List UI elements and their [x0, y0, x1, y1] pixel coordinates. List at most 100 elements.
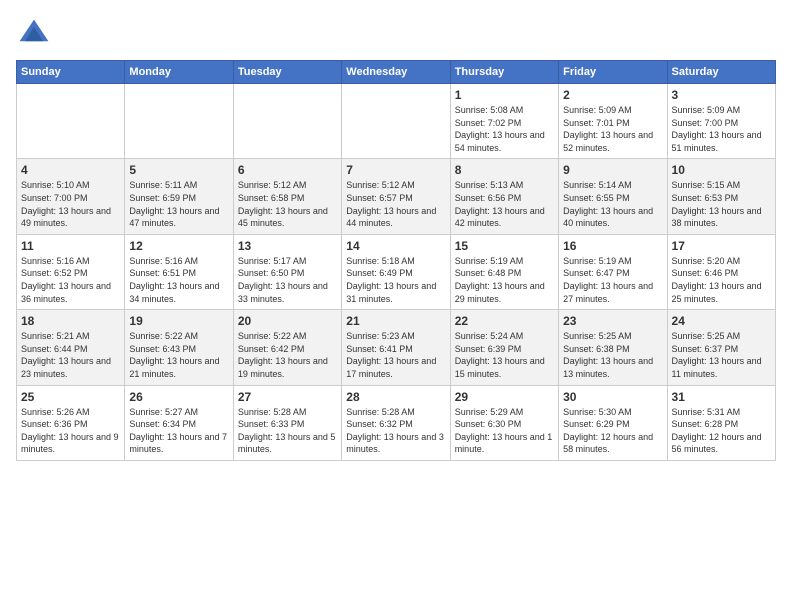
day-number: 12 [129, 239, 228, 253]
day-number: 21 [346, 314, 445, 328]
calendar-cell: 14 Sunrise: 5:18 AM Sunset: 6:49 PM Dayli… [342, 234, 450, 309]
day-info: Sunrise: 5:12 AM Sunset: 6:57 PM Dayligh… [346, 179, 445, 229]
day-info: Sunrise: 5:16 AM Sunset: 6:52 PM Dayligh… [21, 255, 120, 305]
day-info: Sunrise: 5:09 AM Sunset: 7:01 PM Dayligh… [563, 104, 662, 154]
day-number: 28 [346, 390, 445, 404]
day-number: 19 [129, 314, 228, 328]
day-info: Sunrise: 5:20 AM Sunset: 6:46 PM Dayligh… [672, 255, 771, 305]
day-number: 26 [129, 390, 228, 404]
day-number: 29 [455, 390, 554, 404]
calendar-cell: 22Sunrise: 5:24 AM Sunset: 6:39 PM Dayli… [450, 310, 558, 385]
calendar-cell: 8 Sunrise: 5:13 AM Sunset: 6:56 PM Daylig… [450, 159, 558, 234]
day-info: Sunrise: 5:29 AM Sunset: 6:30 PM Dayligh… [455, 406, 554, 456]
calendar-cell: 19 Sunrise: 5:22 AM Sunset: 6:43 PM Dayli… [125, 310, 233, 385]
day-info: Sunrise: 5:22 AM Sunset: 6:43 PM Dayligh… [129, 330, 228, 380]
calendar-cell: 11 Sunrise: 5:16 AM Sunset: 6:52 PM Dayli… [17, 234, 125, 309]
calendar-cell: 9 Sunrise: 5:14 AM Sunset: 6:55 PM Daylig… [559, 159, 667, 234]
day-info: Sunrise: 5:10 AM Sunset: 7:00 PM Dayligh… [21, 179, 120, 229]
day-info: Sunrise: 5:08 AM Sunset: 7:02 PM Dayligh… [455, 104, 554, 154]
day-header-thursday: Thursday [450, 61, 558, 84]
day-number: 5 [129, 163, 228, 177]
calendar-cell: 31 Sunrise: 5:31 AM Sunset: 6:28 PM Dayli… [667, 385, 775, 460]
calendar-cell: 21 Sunrise: 5:23 AM Sunset: 6:41 PM Dayli… [342, 310, 450, 385]
day-info: Sunrise: 5:09 AM Sunset: 7:00 PM Dayligh… [672, 104, 771, 154]
day-number: 2 [563, 88, 662, 102]
calendar-cell: 30 Sunrise: 5:30 AM Sunset: 6:29 PM Dayli… [559, 385, 667, 460]
day-number: 23 [563, 314, 662, 328]
day-info: Sunrise: 5:12 AM Sunset: 6:58 PM Dayligh… [238, 179, 337, 229]
calendar-cell: 5 Sunrise: 5:11 AM Sunset: 6:59 PM Daylig… [125, 159, 233, 234]
day-info: Sunrise: 5:19 AM Sunset: 6:48 PM Dayligh… [455, 255, 554, 305]
calendar-week-5: 25 Sunrise: 5:26 AM Sunset: 6:36 PM Dayli… [17, 385, 776, 460]
day-info: Sunrise: 5:13 AM Sunset: 6:56 PM Dayligh… [455, 179, 554, 229]
calendar-cell: 16 Sunrise: 5:19 AM Sunset: 6:47 PM Dayli… [559, 234, 667, 309]
calendar-cell: 15 Sunrise: 5:19 AM Sunset: 6:48 PM Dayli… [450, 234, 558, 309]
day-number: 4 [21, 163, 120, 177]
day-header-friday: Friday [559, 61, 667, 84]
calendar-cell: 27Sunrise: 5:28 AM Sunset: 6:33 PM Dayli… [233, 385, 341, 460]
calendar-week-3: 11 Sunrise: 5:16 AM Sunset: 6:52 PM Dayli… [17, 234, 776, 309]
day-number: 25 [21, 390, 120, 404]
day-header-tuesday: Tuesday [233, 61, 341, 84]
calendar-cell: 28 Sunrise: 5:28 AM Sunset: 6:32 PM Dayli… [342, 385, 450, 460]
calendar-cell [342, 84, 450, 159]
day-number: 10 [672, 163, 771, 177]
day-number: 16 [563, 239, 662, 253]
calendar-cell: 24Sunrise: 5:25 AM Sunset: 6:37 PM Dayli… [667, 310, 775, 385]
calendar-cell: 6 Sunrise: 5:12 AM Sunset: 6:58 PM Daylig… [233, 159, 341, 234]
day-info: Sunrise: 5:27 AM Sunset: 6:34 PM Dayligh… [129, 406, 228, 456]
day-number: 6 [238, 163, 337, 177]
day-info: Sunrise: 5:26 AM Sunset: 6:36 PM Dayligh… [21, 406, 120, 456]
calendar-week-2: 4 Sunrise: 5:10 AM Sunset: 7:00 PM Daylig… [17, 159, 776, 234]
calendar-cell: 25 Sunrise: 5:26 AM Sunset: 6:36 PM Dayli… [17, 385, 125, 460]
day-header-wednesday: Wednesday [342, 61, 450, 84]
day-number: 22 [455, 314, 554, 328]
day-info: Sunrise: 5:25 AM Sunset: 6:38 PM Dayligh… [563, 330, 662, 380]
day-number: 17 [672, 239, 771, 253]
day-info: Sunrise: 5:15 AM Sunset: 6:53 PM Dayligh… [672, 179, 771, 229]
calendar-cell [17, 84, 125, 159]
day-number: 24 [672, 314, 771, 328]
day-number: 15 [455, 239, 554, 253]
calendar-cell: 18Sunrise: 5:21 AM Sunset: 6:44 PM Dayli… [17, 310, 125, 385]
day-header-sunday: Sunday [17, 61, 125, 84]
calendar-cell: 13 Sunrise: 5:17 AM Sunset: 6:50 PM Dayli… [233, 234, 341, 309]
day-header-monday: Monday [125, 61, 233, 84]
calendar-cell: 17 Sunrise: 5:20 AM Sunset: 6:46 PM Dayli… [667, 234, 775, 309]
day-info: Sunrise: 5:23 AM Sunset: 6:41 PM Dayligh… [346, 330, 445, 380]
calendar-cell: 7Sunrise: 5:12 AM Sunset: 6:57 PM Daylig… [342, 159, 450, 234]
day-number: 30 [563, 390, 662, 404]
day-info: Sunrise: 5:19 AM Sunset: 6:47 PM Dayligh… [563, 255, 662, 305]
day-number: 8 [455, 163, 554, 177]
calendar-cell [233, 84, 341, 159]
day-number: 11 [21, 239, 120, 253]
calendar-cell: 12 Sunrise: 5:16 AM Sunset: 6:51 PM Dayli… [125, 234, 233, 309]
day-number: 20 [238, 314, 337, 328]
calendar-cell: 26 Sunrise: 5:27 AM Sunset: 6:34 PM Dayli… [125, 385, 233, 460]
calendar-cell: 10 Sunrise: 5:15 AM Sunset: 6:53 PM Dayli… [667, 159, 775, 234]
calendar-cell: 29 Sunrise: 5:29 AM Sunset: 6:30 PM Dayli… [450, 385, 558, 460]
day-number: 13 [238, 239, 337, 253]
day-info: Sunrise: 5:11 AM Sunset: 6:59 PM Dayligh… [129, 179, 228, 229]
day-info: Sunrise: 5:28 AM Sunset: 6:32 PM Dayligh… [346, 406, 445, 456]
day-info: Sunrise: 5:31 AM Sunset: 6:28 PM Dayligh… [672, 406, 771, 456]
day-info: Sunrise: 5:17 AM Sunset: 6:50 PM Dayligh… [238, 255, 337, 305]
day-number: 14 [346, 239, 445, 253]
calendar-week-1: 1 Sunrise: 5:08 AM Sunset: 7:02 PM Daylig… [17, 84, 776, 159]
calendar-cell: 3 Sunrise: 5:09 AM Sunset: 7:00 PM Daylig… [667, 84, 775, 159]
calendar-week-4: 18Sunrise: 5:21 AM Sunset: 6:44 PM Dayli… [17, 310, 776, 385]
day-number: 31 [672, 390, 771, 404]
header [16, 16, 776, 52]
logo [16, 16, 56, 52]
day-info: Sunrise: 5:14 AM Sunset: 6:55 PM Dayligh… [563, 179, 662, 229]
day-number: 9 [563, 163, 662, 177]
calendar-cell: 1 Sunrise: 5:08 AM Sunset: 7:02 PM Daylig… [450, 84, 558, 159]
day-info: Sunrise: 5:30 AM Sunset: 6:29 PM Dayligh… [563, 406, 662, 456]
day-number: 1 [455, 88, 554, 102]
logo-icon [16, 16, 52, 52]
day-number: 3 [672, 88, 771, 102]
day-info: Sunrise: 5:18 AM Sunset: 6:49 PM Dayligh… [346, 255, 445, 305]
day-info: Sunrise: 5:16 AM Sunset: 6:51 PM Dayligh… [129, 255, 228, 305]
day-header-saturday: Saturday [667, 61, 775, 84]
day-info: Sunrise: 5:21 AM Sunset: 6:44 PM Dayligh… [21, 330, 120, 380]
